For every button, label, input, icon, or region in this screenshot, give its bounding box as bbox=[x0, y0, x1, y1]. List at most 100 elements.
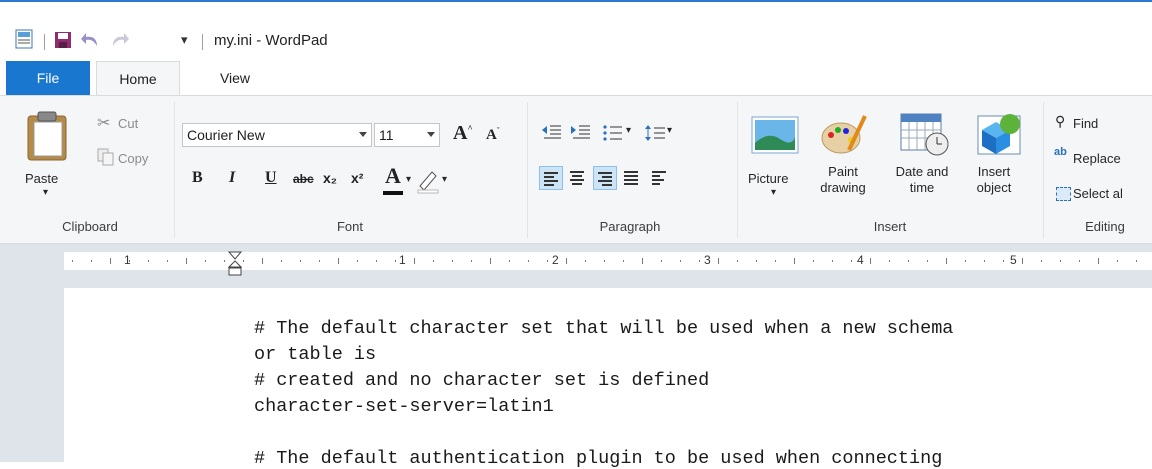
ruler-tick bbox=[1136, 260, 1137, 262]
ruler-area: 1 1 2 3 4 5 bbox=[0, 244, 1152, 288]
ruler-tick bbox=[623, 260, 624, 262]
ruler-tick bbox=[509, 260, 510, 262]
ruler-tick bbox=[737, 260, 738, 262]
paragraph-settings-button[interactable] bbox=[648, 166, 672, 190]
ruler-tick bbox=[870, 258, 871, 264]
indent-marker-icon[interactable] bbox=[228, 251, 242, 277]
ruler-tick bbox=[1098, 258, 1099, 264]
chevron-down-icon[interactable]: ▾ bbox=[626, 125, 631, 136]
insert-object-icon[interactable] bbox=[972, 110, 1022, 158]
ruler-tick bbox=[984, 260, 985, 262]
align-center-button[interactable] bbox=[566, 166, 590, 190]
font-family-select[interactable]: Courier New bbox=[182, 123, 372, 147]
chevron-down-icon[interactable]: ▾ bbox=[771, 187, 776, 198]
ruler-tick bbox=[281, 260, 282, 262]
insert-object-button[interactable]: Insert object bbox=[966, 164, 1022, 196]
chevron-down-icon[interactable]: ▾ bbox=[442, 174, 447, 185]
find-button[interactable]: Find bbox=[1073, 116, 1098, 131]
ruler-number: 2 bbox=[552, 253, 559, 267]
copy-button[interactable]: Copy bbox=[118, 151, 148, 166]
separator bbox=[202, 34, 203, 50]
subscript-button[interactable]: x₂ bbox=[323, 170, 337, 186]
decrease-indent-icon[interactable] bbox=[541, 123, 563, 143]
ruler-tick bbox=[965, 260, 966, 262]
group-separator bbox=[174, 102, 175, 238]
tab-view[interactable]: View bbox=[190, 61, 280, 95]
tab-file[interactable]: File bbox=[6, 61, 90, 95]
save-icon[interactable] bbox=[53, 30, 73, 50]
justify-button[interactable] bbox=[620, 166, 644, 190]
cut-button[interactable]: Cut bbox=[118, 116, 138, 131]
chevron-down-icon bbox=[427, 132, 435, 137]
superscript-button[interactable]: x² bbox=[351, 170, 363, 186]
select-all-button[interactable]: Select al bbox=[1073, 186, 1123, 201]
ruler-tick bbox=[357, 260, 358, 262]
ruler-tick bbox=[642, 258, 643, 264]
grow-font-button[interactable]: A^ bbox=[453, 122, 473, 145]
ruler-tick bbox=[813, 260, 814, 262]
text-color-letter: A bbox=[385, 163, 401, 188]
date-time-button[interactable]: Date and time bbox=[884, 164, 960, 196]
document-page[interactable]: # The default character set that will be… bbox=[64, 288, 1152, 469]
font-size-value: 11 bbox=[379, 127, 394, 143]
ruler-tick bbox=[946, 258, 947, 264]
tab-home[interactable]: Home bbox=[96, 61, 180, 95]
ruler-tick bbox=[490, 258, 491, 264]
title-bar: ▾ my.ini - WordPad bbox=[0, 2, 1152, 57]
align-left-button[interactable] bbox=[539, 166, 563, 190]
ruler-tick bbox=[186, 258, 187, 264]
font-group-label: Font bbox=[336, 219, 363, 234]
picture-icon[interactable] bbox=[750, 113, 800, 157]
ruler-tick bbox=[699, 260, 700, 262]
paint-drawing-button[interactable]: Paint drawing bbox=[818, 164, 868, 196]
strikethrough-button[interactable]: abc bbox=[293, 172, 314, 186]
highlighter-icon bbox=[417, 171, 439, 194]
ruler-tick bbox=[129, 260, 130, 262]
ruler[interactable]: 1 1 2 3 4 5 bbox=[64, 251, 1152, 276]
bullet-list-icon[interactable] bbox=[602, 123, 624, 143]
paste-dropdown-icon[interactable]: ▾ bbox=[43, 187, 48, 198]
justify-icon bbox=[624, 171, 638, 187]
font-size-select[interactable]: 11 bbox=[374, 123, 440, 147]
increase-indent-icon[interactable] bbox=[570, 123, 592, 143]
document-line[interactable]: # created and no character set is define… bbox=[254, 370, 709, 391]
ruler-tick bbox=[1003, 260, 1004, 262]
ruler-tick bbox=[319, 260, 320, 262]
ruler-tick bbox=[718, 258, 719, 264]
paste-icon[interactable] bbox=[24, 110, 70, 162]
document-line[interactable]: # The default character set that will be… bbox=[254, 318, 953, 339]
window-title: my.ini - WordPad bbox=[214, 32, 328, 49]
date-time-icon[interactable] bbox=[899, 112, 951, 158]
document-line[interactable]: # The default authentication plugin to b… bbox=[254, 448, 942, 469]
ruler-tick bbox=[1117, 260, 1118, 262]
ruler-tick bbox=[908, 260, 909, 262]
paragraph-icon bbox=[652, 171, 666, 187]
ruler-tick bbox=[547, 260, 548, 262]
picture-button[interactable]: Picture bbox=[748, 171, 788, 186]
ruler-tick bbox=[300, 260, 301, 262]
paint-palette-icon[interactable] bbox=[819, 110, 869, 158]
ruler-tick bbox=[661, 260, 662, 262]
separator bbox=[44, 34, 45, 50]
line-spacing-icon[interactable] bbox=[645, 123, 667, 143]
binoculars-icon: ⚲ bbox=[1055, 113, 1066, 129]
shrink-font-button[interactable]: Aˇ bbox=[486, 126, 500, 144]
wordpad-app-icon[interactable] bbox=[14, 28, 36, 50]
customize-quick-access-icon[interactable]: ▾ bbox=[181, 32, 188, 48]
text-color-swatch bbox=[383, 191, 403, 195]
paste-button[interactable]: Paste bbox=[25, 171, 58, 186]
replace-button[interactable]: Replace bbox=[1073, 151, 1121, 166]
undo-icon[interactable] bbox=[80, 30, 102, 50]
insert-group-label: Insert bbox=[873, 219, 907, 234]
document-line[interactable]: character-set-server=latin1 bbox=[254, 396, 554, 417]
redo-icon[interactable] bbox=[108, 30, 130, 50]
chevron-down-icon[interactable]: ▾ bbox=[667, 125, 672, 136]
document-line[interactable]: or table is bbox=[254, 344, 376, 365]
italic-button[interactable]: I bbox=[229, 169, 235, 187]
underline-button[interactable]: U bbox=[265, 169, 277, 187]
align-right-button[interactable] bbox=[593, 166, 617, 190]
align-left-icon bbox=[544, 172, 558, 188]
chevron-down-icon[interactable]: ▾ bbox=[406, 174, 411, 185]
document-area: # The default character set that will be… bbox=[0, 288, 1152, 469]
bold-button[interactable]: B bbox=[192, 169, 203, 187]
